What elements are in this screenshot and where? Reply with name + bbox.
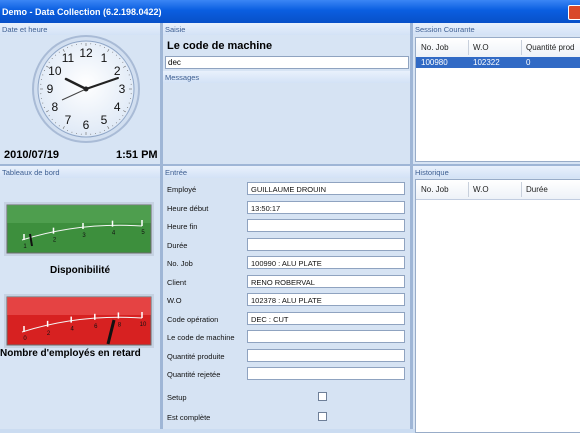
entree-label: Durée [167,241,187,250]
session-cell-job: 100980 [421,58,448,67]
date-time-panel: Date et heure 12 12 3 45678 9 1011 2010/07/19… [0,23,160,164]
messages-header: Messages [163,71,410,83]
entree-field[interactable]: 102378 : ALU PLATE [247,293,405,306]
entree-label: Quantité produite [167,352,225,361]
dashboard-panel: Tableaux de bord 12345 Disponibilité 024… [0,166,160,429]
entree-field[interactable] [247,238,405,251]
complete-checkbox[interactable] [318,412,327,421]
entree-label: Client [167,278,186,287]
setup-label: Setup [167,393,187,402]
session-col-wo[interactable]: W.O [473,43,489,52]
analog-clock: 12 12 3 45678 9 1011 [0,35,160,164]
session-col-qty[interactable]: Quantité prod [526,43,574,52]
session-panel: Session Courante No. Job W.O Quantité pr… [413,23,580,164]
entree-label: Code opération [167,315,218,324]
entree-label: Employé [167,185,196,194]
historique-col-wo[interactable]: W.O [473,185,489,194]
historique-col-job[interactable]: No. Job [421,185,449,194]
session-header: Session Courante [413,23,580,35]
clock-numeral: 11 [62,51,75,65]
clock-numeral: 4 [114,100,121,114]
messages-area: Messages [163,71,410,164]
date-time-header: Date et heure [0,23,160,35]
historique-grid-header: No. Job W.O Durée [416,180,580,200]
current-date: 2010/07/19 [4,149,59,161]
entree-field[interactable] [247,219,405,232]
clock-numeral: 6 [83,118,90,132]
clock-numeral: 2 [114,64,121,78]
saisie-panel: Saisie Le code de machine Messages [163,23,410,164]
session-cell-qty: 0 [526,58,530,67]
session-grid-header: No. Job W.O Quantité prod [416,38,580,58]
entree-label: W.O [167,296,182,305]
gauge-scale-label: 10 [140,322,147,328]
clock-numeral: 12 [79,46,93,60]
clock-numeral: 10 [48,64,62,78]
title-bar: Demo - Data Collection (6.2.198.0422) [0,0,580,23]
entree-label: Heure début [167,204,208,213]
saisie-header: Saisie [163,23,410,35]
saisie-input[interactable] [165,56,409,69]
historique-header: Historique [413,166,580,178]
entree-field[interactable]: DEC : CUT [247,312,405,325]
entree-label: No. Job [167,259,193,268]
historique-grid: No. Job W.O Durée [415,179,580,433]
complete-label: Est complète [167,413,210,422]
clock-numeral: 5 [101,113,108,127]
setup-checkbox[interactable] [318,392,327,401]
close-button[interactable] [568,5,580,20]
dashboard-header: Tableaux de bord [0,166,160,178]
session-col-job[interactable]: No. Job [421,43,449,52]
entree-field[interactable]: 13:50:17 [247,201,405,214]
entree-field[interactable]: 100990 : ALU PLATE [247,256,405,269]
entree-field[interactable] [247,367,405,380]
late-employees-gauge: 0246810 [4,294,154,348]
entree-label: Quantité rejetée [167,370,220,379]
session-grid: No. Job W.O Quantité prod 100980 102322 … [415,37,580,162]
session-cell-wo: 102322 [473,58,500,67]
entree-header: Entrée [163,166,410,178]
entree-field[interactable] [247,349,405,362]
entree-panel: Entrée Employé GUILLAUME DROUIN Heure débu… [163,166,410,429]
entree-label: Le code de machine [167,333,235,342]
clock-numeral: 3 [119,82,126,96]
entree-field[interactable] [247,330,405,343]
historique-col-duree[interactable]: Durée [526,185,548,194]
entree-field[interactable]: RENO ROBERVAL [247,275,405,288]
clock-numeral: 7 [65,113,72,127]
window-title: Demo - Data Collection (6.2.198.0422) [2,7,162,17]
availability-label: Disponibilité [0,265,160,276]
current-time: 1:51 PM [116,149,158,161]
entree-label: Heure fin [167,222,197,231]
clock-numeral: 1 [101,51,108,65]
historique-panel: Historique No. Job W.O Durée [413,166,580,429]
availability-gauge: 12345 [4,202,154,256]
late-employees-label: Nombre d'employés en retard [0,348,170,359]
clock-numeral: 9 [47,82,54,96]
entree-field[interactable]: GUILLAUME DROUIN [247,182,405,195]
saisie-prompt: Le code de machine [167,40,272,52]
session-row[interactable]: 100980 102322 0 [416,57,580,68]
clock-numeral: 8 [51,100,58,114]
